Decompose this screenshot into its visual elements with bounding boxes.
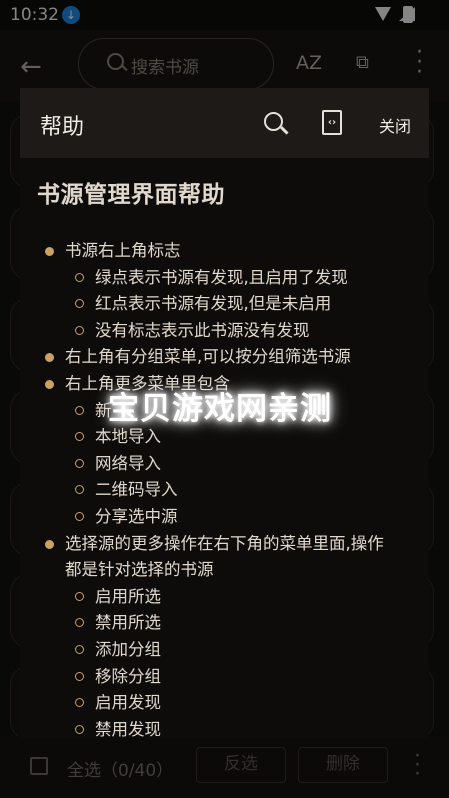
sub-bullet-icon <box>75 485 84 495</box>
search-icon[interactable] <box>264 112 283 131</box>
help-item: 添加分组 <box>95 640 161 659</box>
help-item: 书源右上角标志 <box>65 241 181 260</box>
sub-bullet-icon <box>75 591 84 601</box>
sub-bullet-icon <box>75 272 84 282</box>
sub-bullet-icon <box>75 458 84 468</box>
bullet-icon <box>45 539 54 549</box>
sub-bullet-icon <box>75 512 84 521</box>
sub-bullet-icon <box>75 671 84 681</box>
sub-bullet-icon <box>75 299 84 309</box>
close-button[interactable]: 关闭 <box>379 113 411 137</box>
help-heading: 书源管理界面帮助 <box>37 182 225 208</box>
sub-bullet-icon <box>75 724 84 734</box>
bullet-icon <box>45 353 54 363</box>
help-item: 绿点表示书源有发现,且启用了发现 <box>95 267 348 287</box>
sub-bullet-icon <box>75 432 84 442</box>
help-item: 都是针对选择的书源 <box>65 560 214 580</box>
bullet-icon <box>45 247 54 256</box>
help-item: 启用发现 <box>95 693 161 713</box>
bullet-icon <box>45 380 54 389</box>
dialog-header: 帮助 ‹› 关闭 <box>20 88 429 158</box>
help-item: 网络导入 <box>95 453 161 473</box>
help-item: 移除分组 <box>95 666 161 686</box>
watermark-text: 宝贝游戏网亲测 <box>108 391 332 427</box>
sub-bullet-icon <box>75 645 84 654</box>
sub-bullet-icon <box>75 698 84 708</box>
help-item: 选择源的更多操作在右下角的菜单里面,操作 <box>65 533 384 553</box>
help-item: 本地导入 <box>95 427 161 447</box>
sub-bullet-icon <box>75 325 84 335</box>
help-item: 分享选中源 <box>95 507 178 526</box>
help-item: 启用所选 <box>95 586 161 606</box>
help-item: 二维码导入 <box>95 480 178 500</box>
help-item: 右上角有分组菜单,可以按分组筛选书源 <box>65 347 351 367</box>
help-item: 红点表示书源有发现,但是未启用 <box>95 294 332 314</box>
dialog-title: 帮助 <box>40 115 85 140</box>
code-file-icon[interactable]: ‹› <box>322 110 342 135</box>
help-item: 禁用发现 <box>95 719 161 738</box>
help-item: 没有标志表示此书源没有发现 <box>95 320 310 340</box>
sub-bullet-icon <box>75 405 84 415</box>
sub-bullet-icon <box>75 618 84 628</box>
help-item: 禁用所选 <box>95 613 161 633</box>
